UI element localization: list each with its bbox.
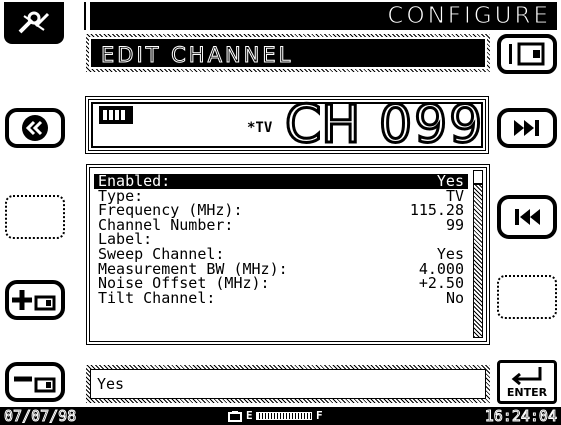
channel-number: 099 (377, 95, 485, 156)
settings-row-value: No (445, 288, 464, 307)
status-bar: 07/07/98 E F 16:24:04 (0, 407, 561, 425)
edit-field[interactable]: Yes (90, 369, 486, 399)
empty-softkey-left[interactable] (5, 195, 65, 239)
plus-box-icon (12, 290, 56, 311)
battery-icon (228, 411, 242, 422)
settings-list: Enabled: Yes Type: TV Frequency (MHz): 115.28… (86, 164, 490, 345)
enter-label: ENTER (506, 386, 548, 399)
battery-empty-label: E (246, 409, 253, 422)
settings-row[interactable]: Tilt Channel: No (94, 288, 468, 307)
wrench-screwdriver-icon (18, 11, 50, 34)
subtitle-bar: EDIT CHANNEL (86, 34, 490, 72)
double-left-chevron-icon (22, 115, 48, 141)
signal-strength-icon (99, 106, 133, 124)
title-divider (84, 2, 86, 30)
remove-channel-button[interactable] (5, 362, 65, 402)
empty-softkey-right[interactable] (497, 275, 557, 319)
screen-subtitle: EDIT CHANNEL (100, 43, 294, 68)
channel-display: *TV CH 099 (85, 95, 489, 156)
enter-icon (511, 367, 542, 386)
edit-field-value: Yes (97, 375, 125, 393)
back-button[interactable] (5, 108, 65, 148)
channel-prefix: CH (283, 95, 361, 156)
enter-button[interactable]: ENTER (497, 360, 557, 404)
settings-row-label: Tilt Channel: (98, 288, 216, 307)
settings-row[interactable]: Enabled: Yes (94, 174, 468, 189)
skip-back-icon (515, 209, 540, 225)
scrollbar-thumb[interactable] (474, 171, 482, 185)
device-button[interactable] (497, 34, 557, 74)
add-channel-button[interactable] (5, 280, 65, 320)
tools-button[interactable] (4, 2, 64, 44)
status-time: 16:24:04 (484, 407, 557, 425)
channel-type-tag: *TV (247, 120, 273, 136)
skip-forward-button[interactable] (497, 108, 557, 148)
settings-row-value: 99 (445, 215, 464, 234)
page-title: CONFIGURE (387, 3, 551, 30)
battery-full-label: F (316, 409, 323, 422)
scrollbar[interactable] (473, 170, 483, 338)
skip-forward-icon (514, 120, 539, 136)
device-icon (509, 42, 545, 66)
settings-rows: Enabled: Yes Type: TV Frequency (MHz): 115.28… (94, 174, 468, 305)
skip-back-button[interactable] (497, 195, 557, 239)
edit-field-frame: Yes (86, 365, 490, 403)
status-date: 07/07/98 (3, 407, 77, 425)
minus-box-icon (14, 376, 56, 393)
battery-gauge (256, 412, 312, 420)
